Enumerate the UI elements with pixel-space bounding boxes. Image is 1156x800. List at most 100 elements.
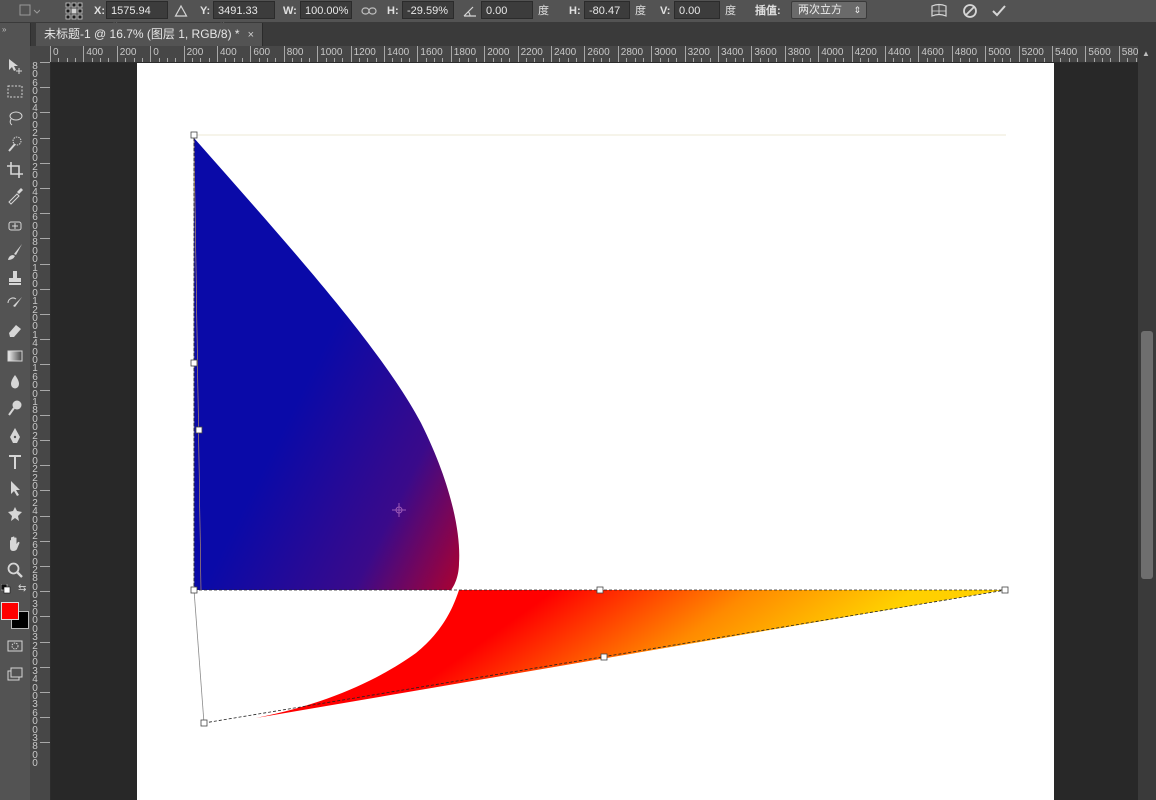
default-colors-icon[interactable] (0, 583, 11, 594)
hruler-tick: 5200 (1018, 46, 1044, 62)
type-tool-icon[interactable] (3, 451, 27, 473)
pen-tool-icon[interactable] (3, 425, 27, 447)
crop-tool-icon[interactable] (3, 159, 27, 181)
lasso-tool-icon[interactable] (3, 107, 27, 129)
move-tool-icon[interactable] (3, 55, 27, 77)
vertical-skew-input[interactable]: 0.00 (674, 1, 720, 19)
hruler-label: 2400 (554, 47, 577, 58)
scrollbar-thumb[interactable] (1141, 331, 1153, 579)
vruler-tick (40, 566, 50, 567)
hruler-label: 3000 (654, 47, 677, 58)
vertical-ruler[interactable]: 8060040020002004006008001000120014001600… (30, 62, 51, 800)
hruler-tick: 1600 (417, 46, 443, 62)
hruler-label: 1000 (320, 47, 343, 58)
screen-mode-icon[interactable] (3, 663, 27, 685)
history-brush-tool-icon[interactable] (3, 293, 27, 315)
hruler-tick: 3000 (651, 46, 676, 62)
hruler-minor-tick (175, 58, 177, 62)
height-input[interactable]: -29.59% (402, 1, 454, 19)
zoom-tool-icon[interactable] (3, 559, 27, 581)
vruler-tick (40, 692, 50, 693)
swap-colors-icon[interactable]: ⇆ (18, 583, 26, 594)
vertical-scrollbar[interactable]: ▲ (1138, 46, 1156, 800)
transform-handle-top-left[interactable] (190, 131, 198, 139)
stamp-tool-icon[interactable] (3, 267, 27, 289)
width-input[interactable]: 100.00% (300, 1, 352, 19)
warp-icon[interactable] (928, 0, 950, 22)
dodge-tool-icon[interactable] (3, 397, 27, 419)
hruler-label: 2800 (620, 47, 644, 58)
transform-handle-left-middle[interactable] (190, 359, 198, 367)
link-icon[interactable] (359, 0, 379, 22)
ruler-origin[interactable] (30, 46, 51, 63)
healing-tool-icon[interactable] (3, 215, 27, 237)
hruler-tick: 0 (150, 46, 159, 62)
hruler-minor-tick (868, 58, 870, 62)
hruler-tick: 400 (83, 46, 103, 62)
vskew-label: V: (660, 5, 671, 17)
horizontal-ruler[interactable]: 0 400 200 0 200 400 600 800 1000 1200 1400 1600 1800… (50, 46, 1140, 63)
document-tab[interactable]: 未标题-1 @ 16.7% (图层 1, RGB/8) * × (36, 23, 264, 46)
shape-tool-icon[interactable] (3, 503, 27, 525)
angle-input[interactable]: 0.00 (481, 1, 533, 19)
marquee-tool-icon[interactable] (3, 81, 27, 103)
vruler-tick (40, 162, 50, 164)
hand-tool-icon[interactable] (3, 533, 27, 555)
path-select-tool-icon[interactable] (3, 477, 27, 499)
canvas-workspace[interactable] (51, 63, 1138, 800)
hruler-tick: 200 (116, 46, 136, 62)
hruler-minor-tick (801, 58, 803, 62)
hruler-minor-tick (342, 58, 344, 62)
collapse-icon[interactable]: » (2, 25, 6, 34)
quick-mask-icon[interactable] (3, 635, 27, 657)
upper-gradient-shape[interactable] (194, 138, 460, 590)
commit-icon[interactable] (988, 0, 1010, 22)
hruler-tick: 4600 (918, 46, 944, 62)
cancel-icon[interactable] (959, 0, 981, 22)
scroll-up-icon[interactable]: ▲ (1142, 49, 1150, 58)
y-position-input[interactable]: 3491.33 像 (213, 1, 275, 35)
x-label: X: (94, 5, 105, 17)
hruler-minor-tick (667, 58, 669, 62)
hruler-label: 400 (220, 47, 237, 58)
hruler-minor-tick (191, 58, 193, 62)
transform-handle-bottom-left[interactable] (190, 586, 198, 594)
hruler-minor-tick (108, 58, 110, 62)
transform-handle-skew-middle[interactable] (600, 653, 608, 661)
hruler-minor-tick (1035, 58, 1037, 62)
quick-select-tool-icon[interactable] (3, 133, 27, 155)
blur-tool-icon[interactable] (3, 371, 27, 393)
hruler-minor-tick (66, 58, 68, 62)
hruler-minor-tick (743, 58, 745, 62)
foreground-color-swatch[interactable] (1, 602, 19, 620)
hruler-tick: 4800 (951, 46, 977, 62)
hruler-minor-tick (968, 58, 970, 62)
gradient-tool-icon[interactable] (3, 345, 27, 367)
x-position-input[interactable]: 1575.94 像 (106, 1, 168, 35)
hruler-minor-tick (659, 58, 661, 62)
reference-point-icon[interactable] (62, 0, 86, 22)
transform-handle-bottom-middle[interactable] (596, 586, 604, 594)
brush-tool-icon[interactable] (3, 241, 27, 263)
transform-handle-left-inner[interactable] (195, 426, 203, 434)
hruler-minor-tick (726, 58, 728, 62)
close-tab-icon[interactable]: × (248, 29, 254, 41)
transform-tool-icon[interactable] (14, 0, 42, 22)
hruler-minor-tick (208, 58, 210, 62)
document-tab-title: 未标题-1 @ 16.7% (图层 1, RGB/8) * (44, 27, 240, 41)
transform-handle-right[interactable] (1001, 586, 1009, 594)
eraser-tool-icon[interactable] (3, 319, 27, 341)
hruler-tick: 2400 (551, 46, 576, 62)
hruler-minor-tick (467, 58, 469, 62)
hruler-label: 4000 (821, 47, 844, 58)
interpolation-select[interactable]: 两次立方 ⇕ (791, 1, 867, 19)
transform-handle-bottom-corner[interactable] (200, 719, 208, 727)
eyedropper-tool-icon[interactable] (3, 185, 27, 207)
vruler-tick (40, 238, 50, 240)
hruler-minor-tick (692, 58, 694, 62)
horizontal-skew-input[interactable]: -80.47 (584, 1, 630, 19)
hruler-minor-tick (1010, 58, 1012, 62)
hruler-minor-tick (759, 58, 761, 62)
delta-icon[interactable] (172, 0, 190, 22)
hruler-label: 3200 (687, 47, 710, 58)
